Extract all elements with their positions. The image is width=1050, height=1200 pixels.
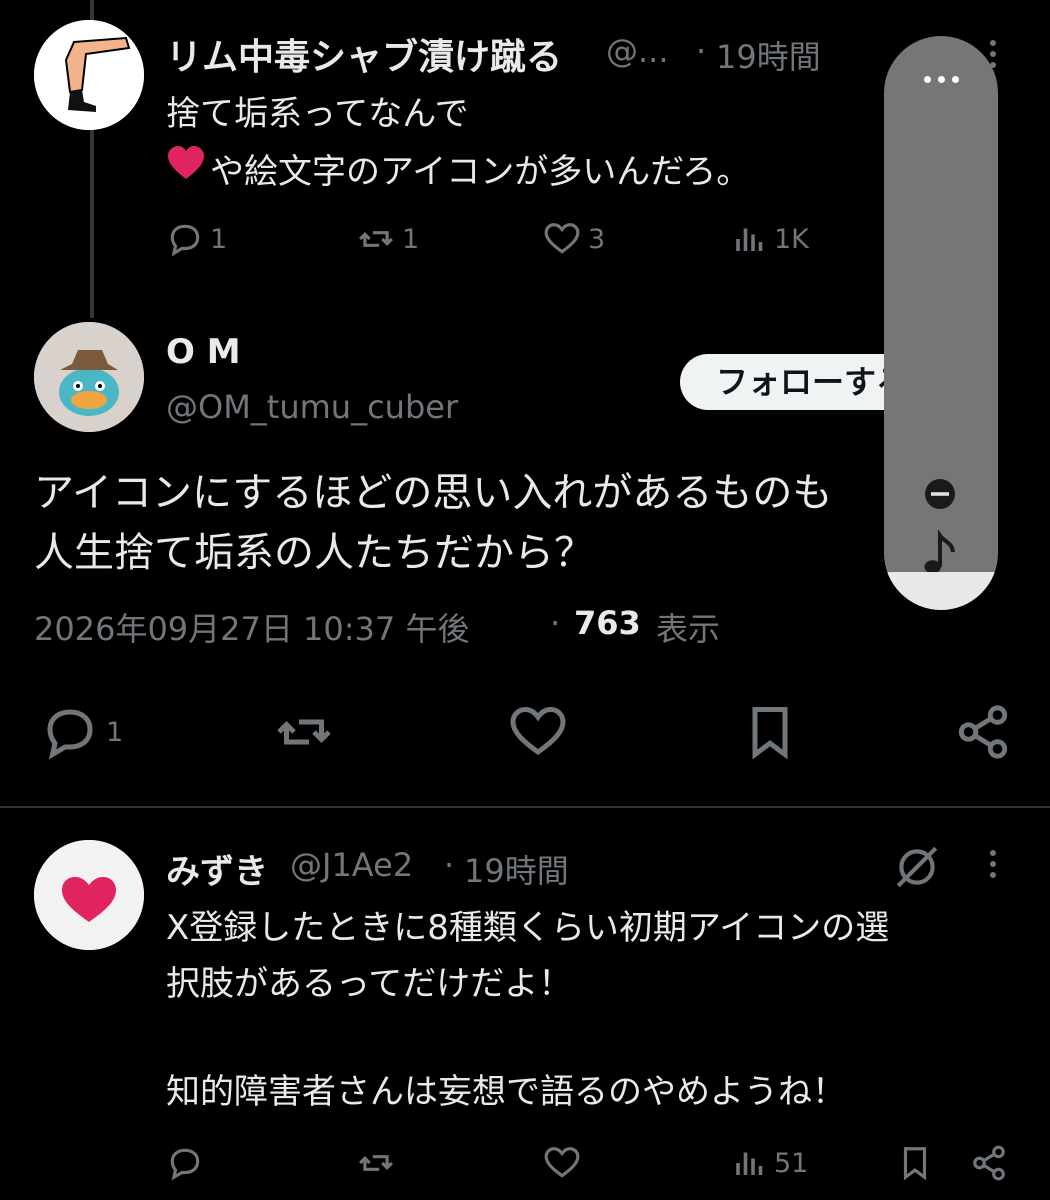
main-timestamp[interactable]: 2026年09月27日 10:37 午後 bbox=[34, 604, 469, 650]
tweet3-display-name[interactable]: みずき bbox=[166, 844, 268, 893]
tweet3-reply-button[interactable] bbox=[166, 1144, 204, 1182]
like-icon bbox=[510, 706, 566, 756]
tweet1-like-count: 3 bbox=[588, 223, 606, 255]
panel-bottom-strip bbox=[884, 572, 998, 610]
tweet3-time[interactable]: 19時間 bbox=[464, 846, 569, 892]
main-text-line2: 人生捨て垢系の人たちだから？ bbox=[34, 530, 594, 576]
tweet3-handle[interactable]: @J1Ae2 bbox=[290, 846, 413, 884]
tweet1-text-line1: 捨て垢系ってなんで bbox=[166, 94, 469, 134]
reply-icon bbox=[170, 224, 200, 257]
avatar-mizuki[interactable] bbox=[34, 840, 144, 950]
tweet1-time[interactable]: 19時間 bbox=[716, 32, 821, 78]
tweet3-text-line2: 択肢があるってだけだよ！ bbox=[166, 964, 573, 1004]
main-handle[interactable]: @OM_tumu_cuber bbox=[166, 388, 458, 426]
repost-icon bbox=[359, 231, 393, 247]
tweet3-share-button[interactable] bbox=[970, 1144, 1008, 1182]
music-note-icon[interactable] bbox=[918, 529, 962, 578]
main-reply-button[interactable]: 1 bbox=[40, 702, 123, 762]
floating-side-panel[interactable] bbox=[884, 36, 998, 610]
main-meta-separator: · bbox=[550, 604, 561, 642]
main-share-button[interactable] bbox=[954, 702, 1012, 762]
like-icon bbox=[544, 1147, 580, 1178]
reply-divider bbox=[0, 806, 1050, 808]
avatar-om[interactable] bbox=[34, 322, 144, 432]
main-display-name[interactable]: O M bbox=[166, 332, 241, 372]
avatar-rim[interactable] bbox=[34, 20, 144, 130]
tweet3-repost-button[interactable] bbox=[356, 1144, 396, 1182]
main-bookmark-button[interactable] bbox=[740, 702, 800, 762]
views-icon bbox=[736, 228, 763, 251]
tweet1-views-count: 1K bbox=[774, 223, 809, 255]
tweet3-text-line1: X登録したときに8種類くらい初期アイコンの選 bbox=[166, 908, 890, 948]
tweet3-views-count: 51 bbox=[774, 1147, 809, 1179]
tweet3-like-button[interactable] bbox=[542, 1144, 582, 1182]
tweet1-more-icon[interactable] bbox=[990, 40, 996, 68]
repost-icon bbox=[277, 719, 331, 745]
minus-circle-icon[interactable] bbox=[922, 476, 958, 512]
panel-more-icon[interactable] bbox=[884, 76, 998, 83]
grok-icon[interactable] bbox=[892, 842, 942, 892]
tweet1-reply-count: 1 bbox=[210, 223, 228, 255]
main-repost-button[interactable] bbox=[272, 702, 336, 762]
avatar-mizuki-image bbox=[34, 840, 144, 950]
tweet3-separator: · bbox=[444, 846, 455, 884]
tweet1-repost-button[interactable]: 1 bbox=[356, 220, 419, 258]
tweet1-repost-count: 1 bbox=[402, 223, 420, 255]
reply-icon bbox=[47, 709, 93, 760]
repost-icon bbox=[359, 1155, 393, 1171]
tweet1-like-button[interactable]: 3 bbox=[542, 220, 605, 258]
tweet1-separator: · bbox=[696, 32, 707, 70]
main-like-button[interactable] bbox=[506, 702, 570, 762]
tweet1-text-line2: や絵文字のアイコンが多いんだろ。 bbox=[210, 152, 751, 192]
avatar-rim-image bbox=[34, 20, 144, 130]
tweet1-handle[interactable]: @... bbox=[606, 32, 669, 70]
avatar-om-image bbox=[34, 322, 144, 432]
reply-icon bbox=[170, 1148, 200, 1181]
main-views-count: 763 bbox=[574, 604, 641, 642]
views-icon bbox=[736, 1152, 763, 1175]
tweet3-text-line3: 知的障害者さんは妄想で語るのやめようね！ bbox=[166, 1072, 846, 1112]
main-text-line1: アイコンにするほどの思い入れがあるものも bbox=[34, 470, 833, 516]
main-views-label: 表示 bbox=[656, 610, 721, 648]
tweet3-views-button[interactable]: 51 bbox=[732, 1144, 808, 1182]
main-reply-count: 1 bbox=[106, 716, 124, 748]
bookmark-icon bbox=[752, 707, 788, 760]
tweet1-display-name[interactable]: リム中毒シャブ漬け蹴る bbox=[166, 28, 562, 80]
tweet1-views-button[interactable]: 1K bbox=[732, 220, 809, 258]
bookmark-icon bbox=[903, 1147, 927, 1181]
share-icon bbox=[973, 1145, 1005, 1181]
tweet3-bookmark-button[interactable] bbox=[896, 1144, 934, 1182]
tweet1-heart-emoji: ❤️ bbox=[166, 144, 210, 188]
tweet1-reply-button[interactable]: 1 bbox=[166, 220, 227, 258]
like-icon bbox=[544, 223, 580, 254]
share-icon bbox=[958, 705, 1008, 759]
tweet3-more-icon[interactable] bbox=[990, 850, 996, 878]
